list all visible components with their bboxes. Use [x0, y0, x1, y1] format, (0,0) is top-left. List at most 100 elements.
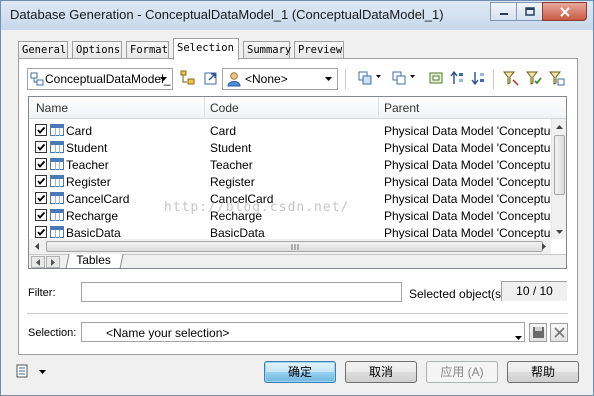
- title-bar[interactable]: Database Generation - ConceptualDataMode…: [1, 1, 593, 30]
- chevron-down-icon[interactable]: [39, 370, 46, 374]
- cell-parent: Physical Data Model 'Conceptu...: [384, 141, 550, 155]
- tab-selection[interactable]: Selection: [173, 38, 239, 60]
- cancel-button[interactable]: 取消: [345, 361, 417, 383]
- table-row[interactable]: Recharge Recharge Physical Data Model 'C…: [29, 207, 551, 224]
- chevron-right-icon: [541, 243, 546, 250]
- row-checkbox[interactable]: [35, 141, 47, 153]
- tab-general[interactable]: General: [18, 41, 68, 59]
- table-row[interactable]: Register Register Physical Data Model 'C…: [29, 173, 551, 190]
- chevron-up-icon: [556, 124, 563, 129]
- checkmark-icon: [37, 177, 46, 185]
- row-checkbox[interactable]: [35, 226, 47, 238]
- chevron-left-icon: [34, 243, 39, 250]
- cell-name: Student: [66, 141, 108, 155]
- owner-combo[interactable]: <None>: [222, 68, 338, 90]
- model-combo-value: ConceptualDataModel_: [45, 72, 171, 86]
- column-divider[interactable]: [204, 97, 205, 119]
- chevron-down-icon: [324, 77, 332, 81]
- sheet-prev-button[interactable]: [31, 256, 45, 268]
- scroll-right-arrow[interactable]: [536, 239, 551, 254]
- filter-input[interactable]: [81, 282, 402, 302]
- column-header-code[interactable]: Code: [210, 101, 239, 115]
- cell-code: Teacher: [210, 158, 253, 172]
- apply-button[interactable]: 应用 (A): [426, 361, 498, 383]
- table-icon: [50, 192, 64, 204]
- tab-options[interactable]: Options: [72, 41, 122, 59]
- selection-combo[interactable]: <Name your selection>: [81, 322, 525, 342]
- tab-format[interactable]: Format: [126, 41, 169, 59]
- cell-code: Register: [210, 175, 255, 189]
- vertical-scrollbar[interactable]: [551, 119, 566, 239]
- help-button[interactable]: 帮助: [507, 361, 579, 383]
- scroll-up-arrow[interactable]: [552, 119, 566, 134]
- grid-header: Name Code Parent: [29, 97, 566, 119]
- window-title: Database Generation - ConceptualDataMode…: [10, 7, 444, 22]
- save-selection-button[interactable]: [529, 323, 547, 342]
- close-button[interactable]: [542, 2, 587, 21]
- selection-label: Selection:: [28, 327, 77, 339]
- sheet-tab-label: Tables: [76, 253, 111, 267]
- table-row[interactable]: Card Card Physical Data Model 'Conceptu.…: [29, 122, 551, 139]
- model-combo[interactable]: ConceptualDataModel_: [27, 68, 173, 90]
- sheet-tab-tables[interactable]: Tables: [65, 253, 124, 268]
- cell-name: CancelCard: [66, 192, 130, 206]
- minimize-button[interactable]: [490, 2, 517, 21]
- selection-combo-arrow[interactable]: [515, 329, 522, 343]
- table-row[interactable]: Teacher Teacher Physical Data Model 'Con…: [29, 156, 551, 173]
- row-checkbox[interactable]: [35, 158, 47, 170]
- delete-selection-button[interactable]: [550, 323, 568, 342]
- vertical-scroll-thumb[interactable]: [554, 135, 565, 195]
- section-divider: [27, 313, 568, 315]
- table-row[interactable]: Student Student Physical Data Model 'Con…: [29, 139, 551, 156]
- filter-options-icon[interactable]: [549, 70, 565, 86]
- model-combo-arrow[interactable]: [155, 70, 171, 88]
- objects-grid: Name Code Parent Card Card Physical Data…: [28, 96, 567, 269]
- selection-toolbar: ConceptualDataModel_ <None>: [27, 67, 573, 91]
- selection-placeholder: <Name your selection>: [106, 326, 230, 340]
- cell-code: BasicData: [210, 226, 265, 239]
- open-model-icon[interactable]: [180, 70, 196, 86]
- checkmark-icon: [37, 194, 46, 202]
- select-all-icon[interactable]: [357, 70, 373, 86]
- cell-name: Register: [66, 175, 111, 189]
- column-divider[interactable]: [378, 97, 379, 119]
- scroll-left-arrow[interactable]: [29, 239, 44, 254]
- scroll-down-arrow[interactable]: [552, 224, 566, 239]
- chevron-down-icon[interactable]: [376, 75, 381, 78]
- table-row[interactable]: CancelCard CancelCard Physical Data Mode…: [29, 190, 551, 207]
- owner-combo-arrow[interactable]: [320, 70, 336, 88]
- table-row[interactable]: BasicData BasicData Physical Data Model …: [29, 224, 551, 239]
- chevron-down-icon: [556, 229, 563, 234]
- toolbar-separator: [493, 69, 494, 89]
- filter-icon[interactable]: [503, 70, 519, 86]
- grid-body: Card Card Physical Data Model 'Conceptu.…: [29, 119, 551, 239]
- package-icon[interactable]: [428, 70, 444, 86]
- horizontal-scrollbar[interactable]: [29, 239, 551, 254]
- minimize-icon: [499, 12, 508, 15]
- chevron-down-icon[interactable]: [410, 75, 415, 78]
- row-checkbox[interactable]: [35, 192, 47, 204]
- external-link-icon[interactable]: [203, 70, 219, 86]
- row-checkbox[interactable]: [35, 124, 47, 136]
- options-menu-icon[interactable]: [15, 363, 31, 379]
- tab-summary[interactable]: Summary: [243, 41, 291, 59]
- move-up-icon[interactable]: [449, 70, 465, 86]
- tab-preview[interactable]: Preview: [294, 41, 344, 59]
- toolbar-separator: [345, 69, 346, 89]
- maximize-button[interactable]: [516, 2, 543, 21]
- ok-button[interactable]: 确定: [264, 361, 336, 383]
- sheet-next-button[interactable]: [46, 256, 60, 268]
- delete-icon: [554, 327, 565, 338]
- move-down-icon[interactable]: [470, 70, 486, 86]
- filter-checked-icon[interactable]: [526, 70, 542, 86]
- cell-code: CancelCard: [210, 192, 274, 206]
- close-icon: [559, 6, 570, 17]
- cell-parent: Physical Data Model 'Conceptu...: [384, 175, 550, 189]
- deselect-icon[interactable]: [391, 70, 407, 86]
- cell-name: Teacher: [66, 158, 109, 172]
- column-header-parent[interactable]: Parent: [384, 101, 419, 115]
- row-checkbox[interactable]: [35, 175, 47, 187]
- row-checkbox[interactable]: [35, 209, 47, 221]
- column-header-name[interactable]: Name: [36, 101, 68, 115]
- horizontal-scroll-thumb[interactable]: [46, 241, 543, 252]
